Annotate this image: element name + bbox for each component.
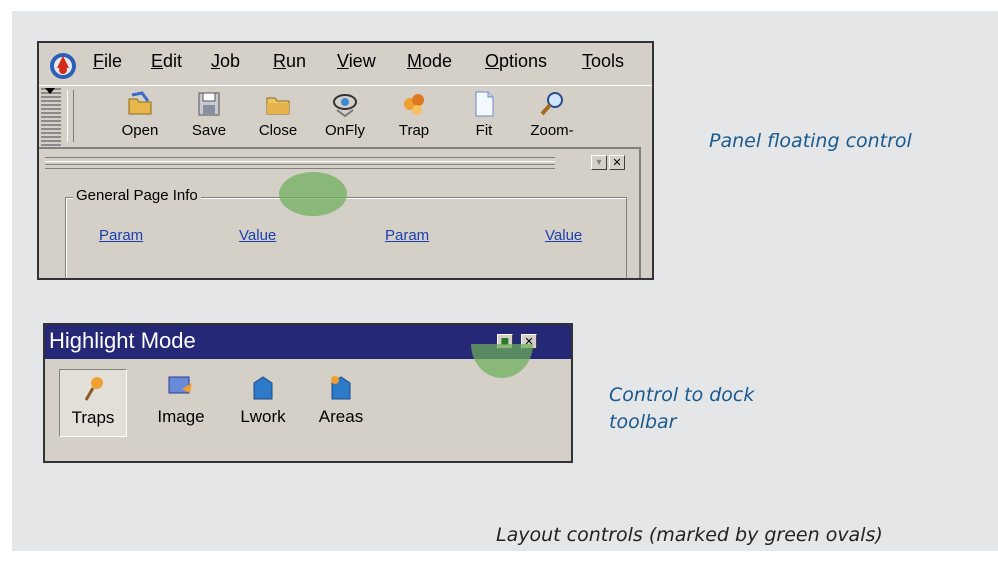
trap-label: Trap (398, 122, 430, 139)
column-header-value[interactable]: Value (545, 227, 582, 244)
main-toolbar: Open Save Close OnFly Trap Fit Zoom- (39, 85, 652, 146)
toolbar-grip-handle[interactable] (41, 88, 61, 146)
floppy-disk-icon (198, 92, 220, 116)
save-button[interactable]: Save (176, 88, 242, 146)
group-title: General Page Info (73, 187, 201, 204)
panel-drag-handle[interactable] (45, 157, 555, 169)
onfly-label: OnFly (324, 122, 365, 139)
column-header-value[interactable]: Value (239, 227, 276, 244)
zoom-icon (540, 92, 563, 116)
traps-icon (84, 377, 103, 401)
fit-button[interactable]: Fit (451, 88, 517, 146)
open-label: Open (121, 122, 159, 139)
image-label: Image (157, 407, 205, 426)
traps-tool-button[interactable]: Traps (59, 369, 127, 437)
menu-bar: File Edit Job Run View Mode Options Tool… (39, 43, 652, 85)
zoom-label: Zoom- (530, 122, 574, 139)
panel-minimize-button[interactable]: ▾ (591, 155, 607, 170)
close-label: Close (258, 122, 298, 139)
open-folder-icon (128, 91, 152, 115)
close-icon: ✕ (612, 156, 622, 169)
menu-options[interactable]: Options (485, 51, 547, 72)
caption-toolbar: toolbar (609, 411, 677, 433)
areas-label: Areas (318, 407, 364, 426)
toolbar-title: Highlight Mode (49, 328, 196, 353)
onfly-button[interactable]: OnFly (312, 88, 378, 146)
trap-icon (404, 94, 424, 115)
image-icon (168, 376, 192, 394)
lwork-icon (253, 376, 273, 400)
menu-run[interactable]: Run (273, 51, 306, 72)
caption-control-to-dock: Control to dock (609, 384, 755, 406)
general-page-info-group (65, 197, 627, 278)
page-icon (475, 91, 494, 117)
onfly-icon (333, 94, 357, 118)
caption-footer: Layout controls (marked by green ovals) (496, 524, 883, 546)
zoom-button[interactable]: Zoom- (519, 88, 585, 146)
menu-mode[interactable]: Mode (407, 51, 452, 72)
areas-tool-button[interactable]: Areas (307, 369, 375, 437)
traps-label: Traps (71, 408, 115, 427)
image-tool-button[interactable]: Image (147, 369, 215, 437)
highlight-oval (279, 172, 347, 216)
menu-tools[interactable]: Tools (582, 51, 624, 72)
close-button[interactable]: Close (245, 88, 311, 146)
areas-icon (331, 376, 351, 400)
app-logo-icon (50, 53, 76, 79)
menu-file[interactable]: File (93, 51, 122, 72)
fit-label: Fit (475, 122, 493, 139)
lwork-tool-button[interactable]: Lwork (229, 369, 297, 437)
column-header-param[interactable]: Param (385, 227, 429, 244)
docked-panel: ▾ ✕ General Page Info Param Value Param … (39, 147, 641, 278)
column-header-param[interactable]: Param (99, 227, 143, 244)
close-folder-icon (266, 97, 290, 115)
menu-view[interactable]: View (337, 51, 376, 72)
caption-panel-floating-control: Panel floating control (709, 130, 912, 152)
menu-job[interactable]: Job (211, 51, 240, 72)
panel-close-button[interactable]: ✕ (609, 155, 625, 170)
trap-button[interactable]: Trap (381, 88, 447, 146)
lwork-label: Lwork (240, 407, 286, 426)
save-label: Save (191, 122, 227, 139)
open-button[interactable]: Open (107, 88, 173, 146)
toolbar-separator (67, 90, 74, 142)
menu-edit[interactable]: Edit (151, 51, 182, 72)
toolbar-dropdown-arrow-icon[interactable] (45, 88, 55, 94)
chevron-down-icon: ▾ (596, 157, 602, 168)
main-window-screenshot: File Edit Job Run View Mode Options Tool… (37, 41, 654, 280)
